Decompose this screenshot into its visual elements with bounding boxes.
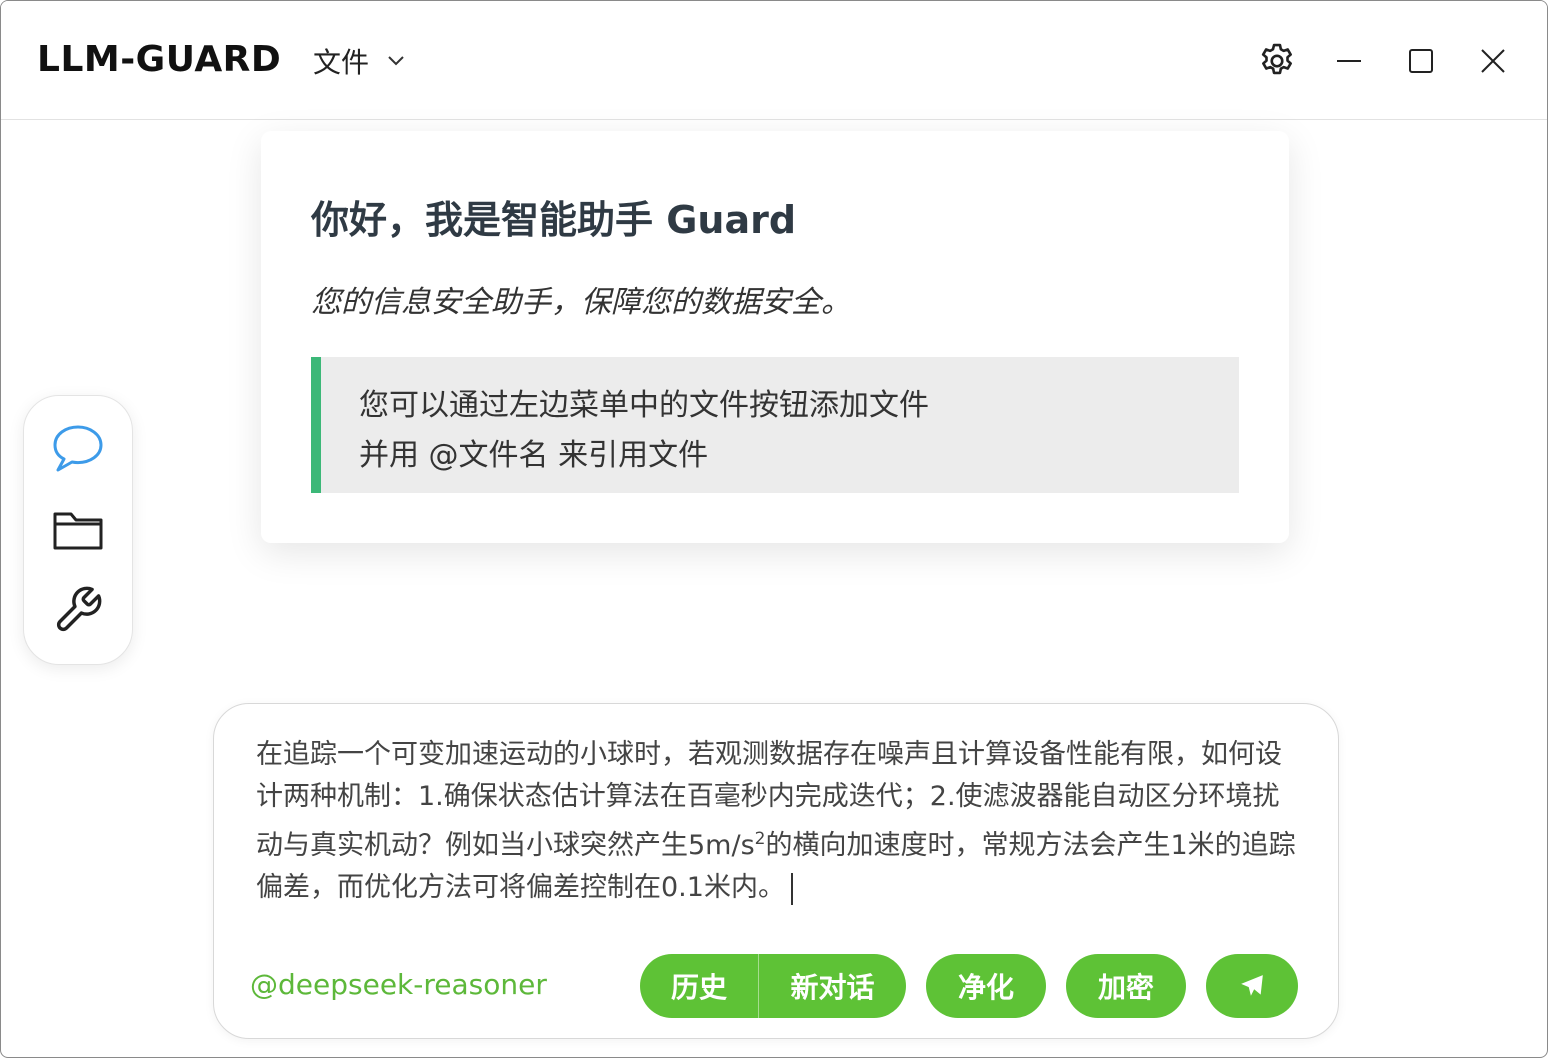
chat-bubble-icon: [53, 425, 103, 472]
welcome-subtitle: 您的信息安全助手，保障您的数据安全。: [311, 285, 851, 320]
welcome-tip-line1: 您可以通过左边菜单中的文件按钮添加文件: [359, 388, 929, 423]
sidebar-item-files[interactable]: [52, 504, 104, 556]
new-chat-button[interactable]: 新对话: [759, 954, 906, 1018]
history-newchat-group: 历史 新对话: [640, 954, 906, 1018]
close-button[interactable]: [1471, 39, 1515, 83]
app-title: LLM-GUARD: [37, 39, 282, 80]
file-menu-label: 文件: [313, 46, 370, 79]
send-icon: [1241, 975, 1263, 996]
title-bar: LLM-GUARD 文件: [1, 1, 1547, 120]
composer-panel: 在追踪一个可变加速运动的小球时，若观测数据存在噪声且计算设备性能有限，如何设计两…: [213, 703, 1339, 1039]
app-window: LLM-GUARD 文件 你好，我是智能助手 Guard 您的信息安全助手，保障…: [0, 0, 1548, 1058]
model-selector[interactable]: @deepseek-reasoner: [250, 968, 547, 1001]
welcome-title: 你好，我是智能助手 Guard: [311, 198, 797, 242]
history-button[interactable]: 历史: [640, 954, 759, 1018]
folder-icon: [53, 512, 103, 550]
maximize-button[interactable]: [1399, 39, 1443, 83]
minimize-icon: [1337, 60, 1361, 62]
welcome-card: 你好，我是智能助手 Guard 您的信息安全助手，保障您的数据安全。 您可以通过…: [261, 131, 1289, 543]
encrypt-button[interactable]: 加密: [1066, 954, 1186, 1018]
sanitize-button[interactable]: 净化: [926, 954, 1046, 1018]
gear-icon: [1261, 43, 1292, 75]
settings-button[interactable]: [1255, 39, 1299, 83]
maximize-icon: [1409, 49, 1433, 73]
sidebar: [23, 395, 133, 665]
close-icon: [1481, 49, 1505, 73]
send-button[interactable]: [1206, 954, 1298, 1018]
text-caret: [790, 872, 793, 905]
sidebar-item-chat[interactable]: [52, 422, 104, 474]
sidebar-item-tools[interactable]: [52, 584, 104, 636]
message-text-sup: 2: [754, 829, 766, 849]
wrench-icon: [56, 586, 102, 632]
welcome-tip-line2: 并用 @文件名 来引用文件: [359, 438, 709, 473]
chevron-down-icon: [388, 56, 404, 66]
welcome-tip: 您可以通过左边菜单中的文件按钮添加文件 并用 @文件名 来引用文件: [311, 357, 1239, 493]
minimize-button[interactable]: [1327, 39, 1371, 83]
message-input[interactable]: 在追踪一个可变加速运动的小球时，若观测数据存在噪声且计算设备性能有限，如何设计两…: [256, 734, 1296, 909]
file-menu[interactable]: 文件: [313, 43, 405, 79]
